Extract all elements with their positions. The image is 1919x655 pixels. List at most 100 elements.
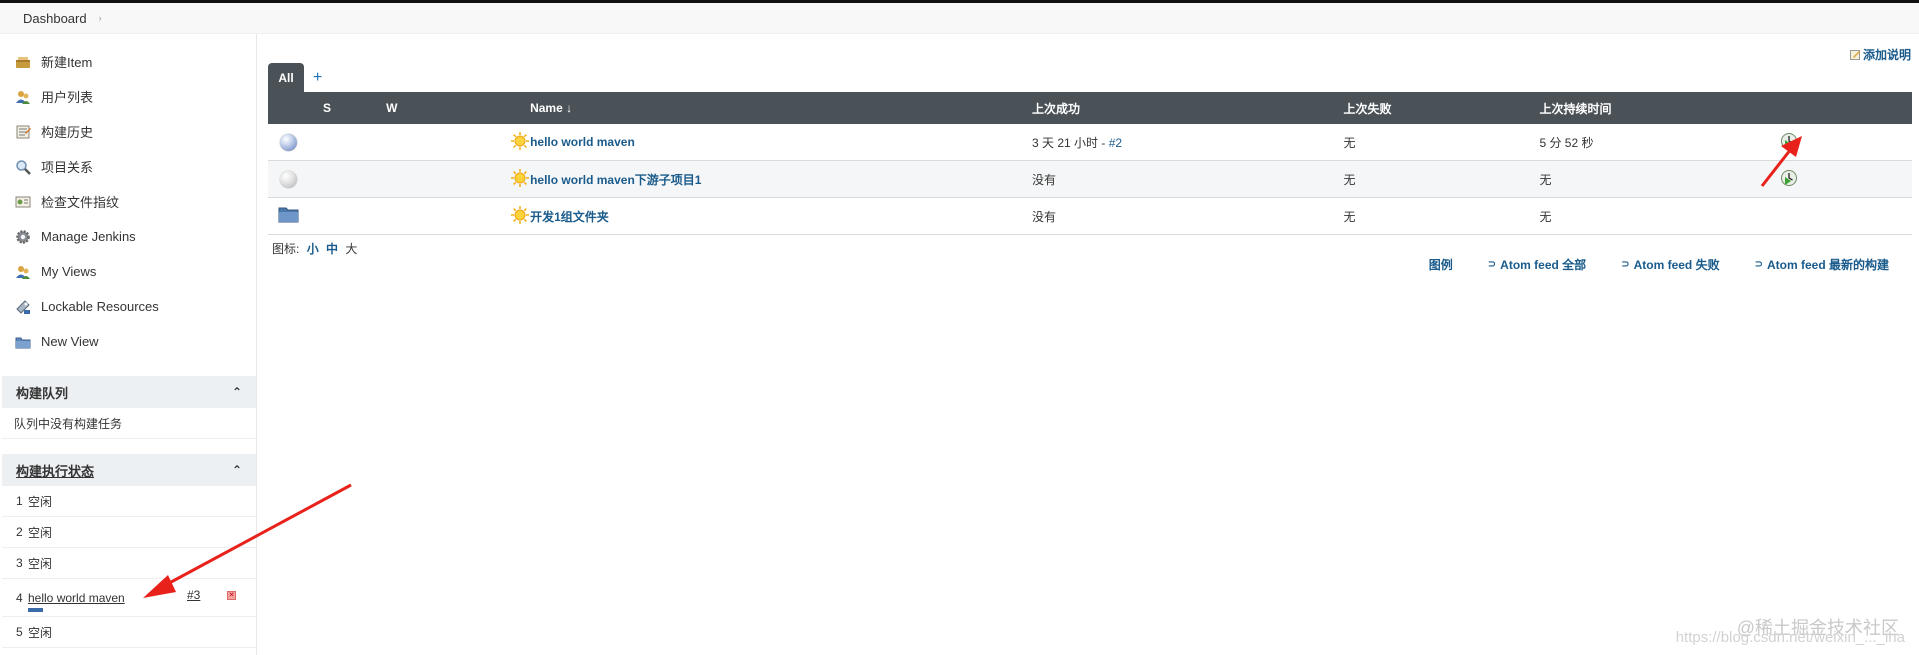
executor-row: 2 空闲	[2, 517, 256, 548]
icon-size-medium[interactable]: 中	[326, 242, 338, 256]
sidebar-item-label: Manage Jenkins	[41, 229, 136, 244]
rss-icon: ⊃	[1487, 259, 1497, 270]
sidebar-item-my-views[interactable]: My Views	[14, 254, 254, 289]
sidebar-item-fingerprint[interactable]: 检查文件指纹	[14, 184, 254, 219]
build-queue-pane: 构建队列 ⌃ 队列中没有构建任务	[2, 376, 256, 439]
column-actions	[1784, 92, 1912, 124]
job-weather-cell	[386, 197, 531, 235]
job-status-cell	[268, 124, 387, 161]
sidebar-item-label: New View	[41, 334, 99, 349]
jobs-table: S W Name ↓ 上次成功 上次失败 上次持续时间 hello world …	[268, 92, 1912, 235]
job-last-duration-cell: 5 分 52 秒	[1539, 124, 1785, 161]
sidebar-item-label: 项目关系	[41, 160, 94, 175]
icon-size-large: 大	[345, 242, 358, 256]
job-last-duration-cell: 无	[1539, 160, 1785, 198]
icon-size-small[interactable]: 小	[307, 242, 319, 256]
view-tabs: All +	[268, 62, 322, 92]
legend-label: 图例	[1428, 258, 1453, 272]
job-status-cell	[268, 197, 387, 235]
status-ball-grey-icon	[280, 170, 297, 188]
build-history-icon	[14, 124, 32, 140]
tab-all[interactable]: All	[268, 63, 304, 92]
job-actions-cell	[1784, 197, 1912, 235]
sidebar-item-label: 构建历史	[41, 125, 94, 140]
table-row: hello world maven 3 天 21 小时 - #2 无 5 分 5…	[268, 124, 1912, 161]
users-icon	[14, 89, 32, 105]
sidebar-item-new-view[interactable]: New View	[14, 324, 254, 359]
collapse-icon[interactable]: ⌃	[232, 463, 242, 477]
column-last-success[interactable]: 上次成功	[1031, 92, 1344, 124]
table-header-row: S W Name ↓ 上次成功 上次失败 上次持续时间	[268, 92, 1912, 124]
executor-status-header[interactable]: 构建执行状态 ⌃	[2, 454, 256, 486]
collapse-icon[interactable]: ⌃	[232, 385, 242, 399]
executor-status-title[interactable]: 构建执行状态	[16, 461, 94, 480]
executor-row-busy: 4 hello world maven #3 ✕	[2, 579, 256, 617]
lock-icon	[14, 299, 32, 315]
column-last-failure[interactable]: 上次失败	[1343, 92, 1540, 124]
schedule-build-icon[interactable]	[1780, 169, 1798, 187]
sidebar-item-lockable-resources[interactable]: Lockable Resources	[14, 289, 254, 324]
weather-sunny-icon	[511, 205, 530, 224]
executor-status: 空闲	[28, 525, 53, 540]
feed-links: 图例 ⊃ Atom feed 全部 ⊃ Atom feed 失败 ⊃ Atom fee…	[1394, 256, 1889, 273]
status-ball-blue-icon	[280, 133, 297, 151]
sidebar-item-label: My Views	[41, 264, 97, 279]
column-last-duration[interactable]: 上次持续时间	[1539, 92, 1785, 124]
executor-row: 5 空闲	[2, 617, 256, 648]
job-link[interactable]: 开发1组文件夹	[530, 210, 609, 224]
breadcrumb-dashboard[interactable]: Dashboard	[23, 11, 87, 26]
add-description-link[interactable]: 添加说明	[1849, 46, 1911, 63]
sidebar-nav: 新建Item 用户列表 构建历史 项目关系 检查文件指纹 Manage Jenk…	[14, 44, 254, 359]
add-view-tab[interactable]: +	[313, 69, 322, 87]
breadcrumb-separator: ›	[98, 13, 102, 23]
feed-label: Atom feed 失败	[1633, 258, 1720, 272]
executor-status: 空闲	[28, 494, 53, 509]
gear-icon	[14, 229, 32, 245]
weather-sunny-icon	[511, 168, 530, 187]
add-description-label: 添加说明	[1862, 48, 1911, 62]
job-link[interactable]: hello world maven	[530, 135, 635, 149]
executor-job-link[interactable]: hello world maven	[28, 591, 125, 605]
column-name[interactable]: Name ↓	[530, 92, 1032, 124]
stop-build-icon[interactable]: ✕	[227, 591, 236, 600]
sidebar-item-manage-jenkins[interactable]: Manage Jenkins	[14, 219, 254, 254]
schedule-build-icon[interactable]	[1780, 132, 1798, 150]
build-queue-header[interactable]: 构建队列 ⌃	[2, 376, 256, 408]
sidebar: 新建Item 用户列表 构建历史 项目关系 检查文件指纹 Manage Jenk…	[0, 34, 257, 655]
legend-link[interactable]: 图例	[1429, 256, 1453, 273]
sidebar-item-label: 检查文件指纹	[41, 195, 120, 210]
build-link[interactable]: #2	[1109, 136, 1122, 150]
sidebar-item-label: 用户列表	[41, 90, 94, 105]
job-name-cell: hello world maven	[530, 124, 1032, 161]
job-weather-cell	[386, 124, 531, 161]
folder-icon	[14, 334, 32, 350]
atom-feed-latest-link[interactable]: ⊃ Atom feed 最新的构建	[1755, 256, 1889, 273]
column-weather[interactable]: W	[386, 92, 531, 124]
main-panel: 添加说明 All + S W Name ↓ 上次成功 上次失败 上次持续时间 h…	[268, 34, 1919, 655]
feed-label: Atom feed 最新的构建	[1766, 258, 1889, 272]
column-status[interactable]: S	[268, 92, 387, 124]
executor-job: hello world maven	[28, 591, 125, 612]
job-actions-cell	[1781, 160, 1912, 198]
executor-status: 空闲	[28, 556, 53, 571]
new-item-icon	[14, 54, 32, 70]
sidebar-item-users[interactable]: 用户列表	[14, 79, 254, 114]
atom-feed-all-link[interactable]: ⊃ Atom feed 全部	[1488, 256, 1586, 273]
build-queue-title[interactable]: 构建队列	[16, 383, 68, 402]
job-status-cell	[268, 160, 387, 198]
last-success-text: 3 天 21 小时 -	[1031, 135, 1109, 150]
job-link[interactable]: hello world maven下游子项目1	[530, 173, 701, 187]
atom-feed-failed-link[interactable]: ⊃ Atom feed 失败	[1621, 256, 1719, 273]
executor-status-pane: 构建执行状态 ⌃ 1 空闲 2 空闲 3 空闲 4 hello world ma…	[2, 454, 256, 648]
executor-build-number[interactable]: #3	[187, 588, 200, 602]
sidebar-item-build-history[interactable]: 构建历史	[14, 114, 254, 149]
build-queue-empty: 队列中没有构建任务	[2, 408, 256, 439]
job-last-failure-cell: 无	[1343, 197, 1540, 235]
search-icon	[14, 159, 32, 175]
sidebar-item-new-item[interactable]: 新建Item	[14, 44, 254, 79]
executor-number: 4	[16, 590, 23, 605]
job-actions-cell	[1781, 124, 1912, 161]
sidebar-item-project-relationship[interactable]: 项目关系	[14, 149, 254, 184]
icon-size-selector: 图标: 小 中 大	[272, 240, 357, 257]
weather-sunny-icon	[511, 131, 530, 150]
